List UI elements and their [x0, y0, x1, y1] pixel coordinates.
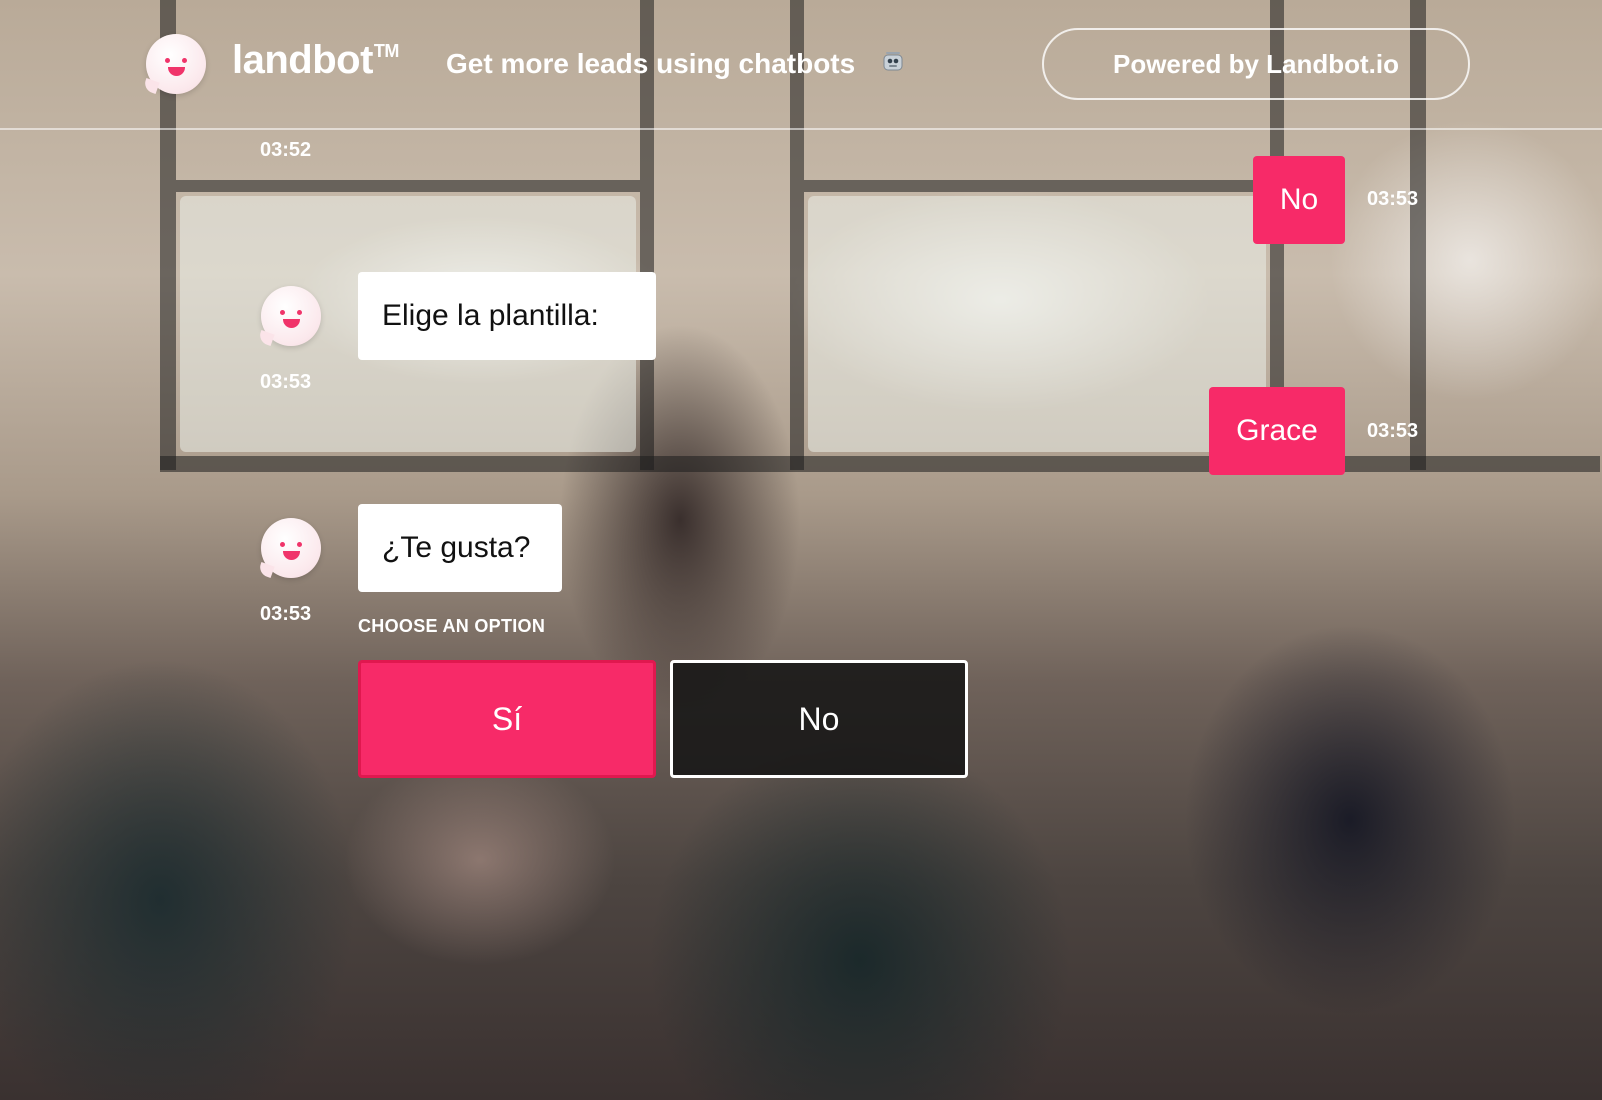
robot-emoji-icon [883, 52, 903, 71]
bot-avatar-icon [257, 518, 321, 579]
tagline: Get more leads using chatbots [446, 48, 856, 79]
message-timestamp: 03:52 [260, 139, 312, 161]
window-frame [804, 180, 1270, 192]
powered-by-link[interactable]: Powered by Landbot.io [1042, 28, 1470, 100]
user-message-bubble: Grace [1209, 387, 1345, 475]
bot-avatar-icon [257, 286, 321, 347]
message-timestamp: 03:53 [1367, 188, 1419, 210]
message-timestamp: 03:53 [1367, 420, 1419, 442]
bot-message-bubble: ¿Te gusta? [358, 504, 562, 592]
option-button-si[interactable]: Sí [358, 660, 656, 778]
brand-name: landbotTM [232, 38, 399, 82]
landbot-logo-icon [142, 34, 206, 95]
message-timestamp: 03:53 [260, 603, 312, 625]
user-message-bubble: No [1253, 156, 1345, 244]
header-divider [0, 128, 1602, 130]
message-timestamp: 03:53 [260, 371, 312, 393]
window-frame [160, 456, 1600, 472]
choose-option-label: CHOOSE AN OPTION [358, 616, 546, 636]
bot-message-bubble: Elige la plantilla: [358, 272, 656, 360]
window-pane [808, 196, 1266, 452]
option-button-no[interactable]: No [670, 660, 968, 778]
window-frame [176, 180, 640, 192]
background-photo [0, 0, 1602, 1100]
